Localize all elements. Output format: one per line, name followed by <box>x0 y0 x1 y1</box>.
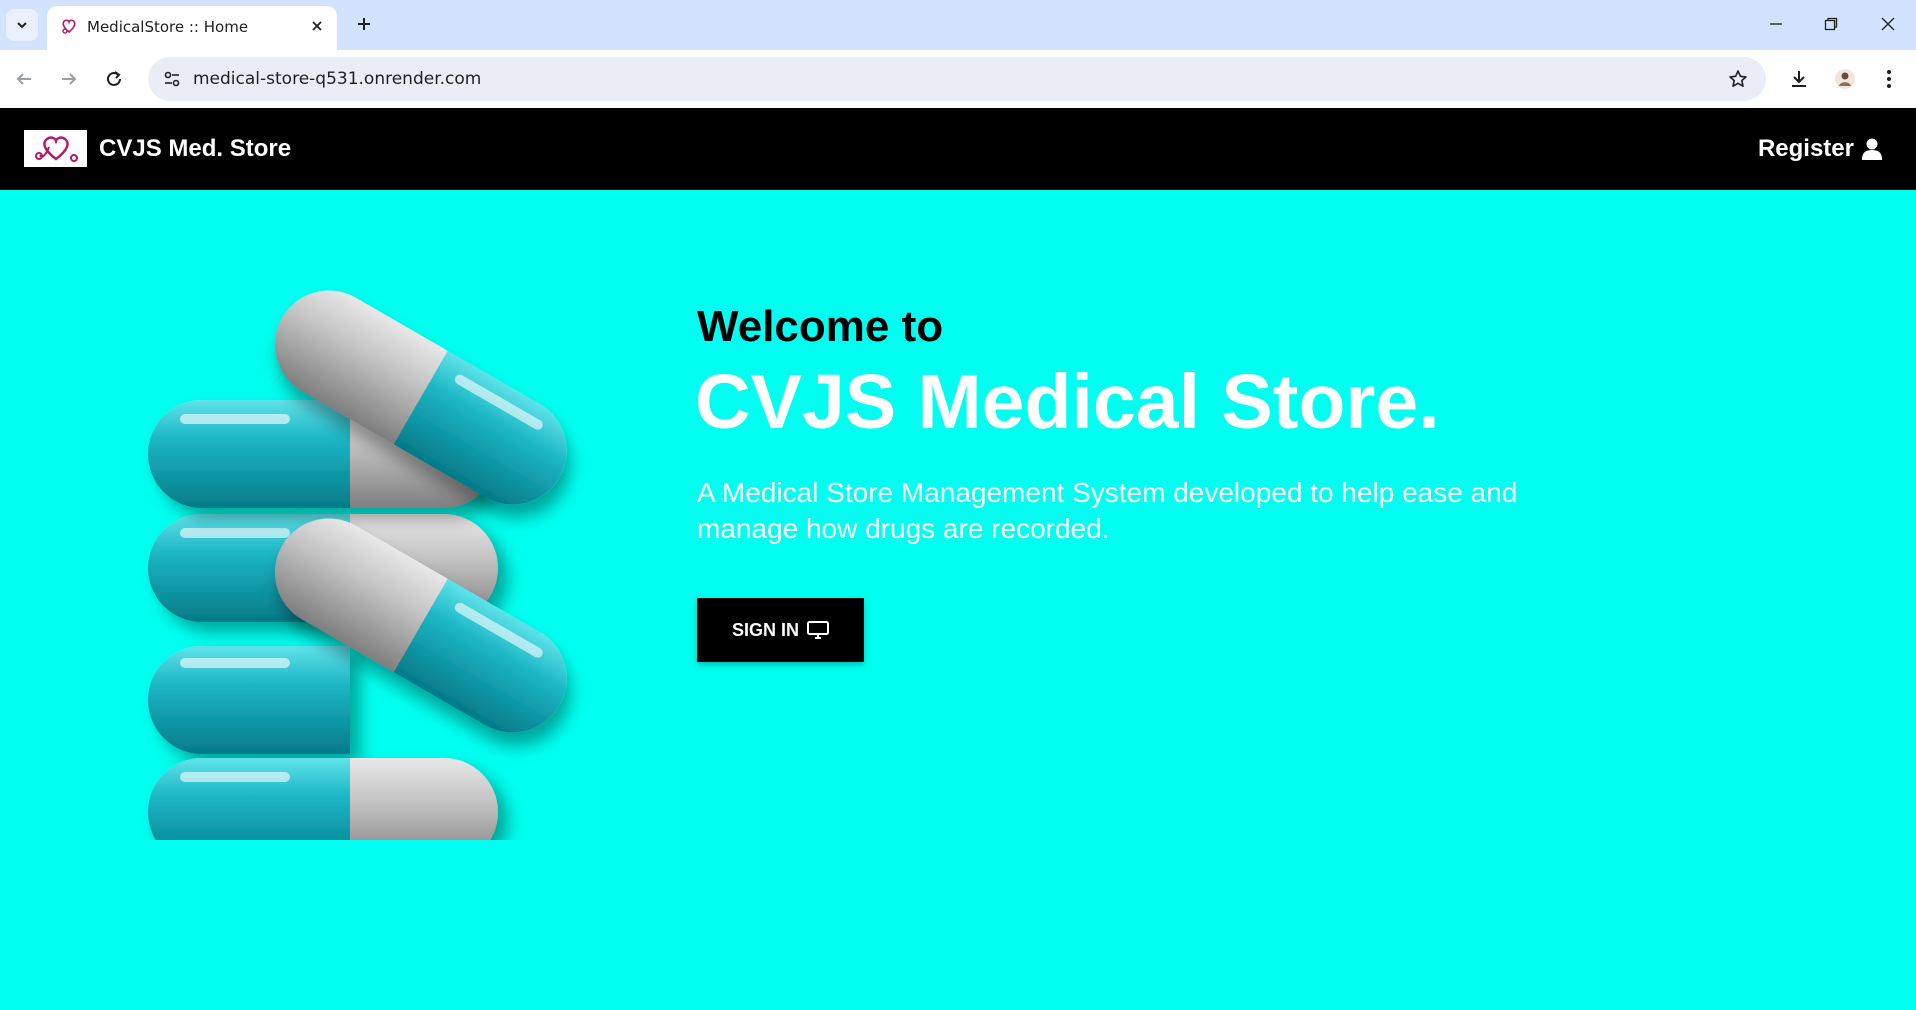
browser-menu-button[interactable] <box>1872 62 1906 96</box>
bookmark-button[interactable] <box>1722 63 1754 95</box>
tune-icon <box>164 71 180 87</box>
close-tab-button[interactable] <box>305 14 329 38</box>
tab-title: MedicalStore :: Home <box>87 18 249 36</box>
stethoscope-heart-icon <box>34 135 78 162</box>
store-title: CVJS Medical Store. <box>695 359 1440 445</box>
stethoscope-heart-icon <box>62 19 76 34</box>
avatar-icon <box>1835 69 1855 89</box>
browser-tab-active[interactable]: MedicalStore :: Home <box>47 6 337 50</box>
reload-icon <box>107 71 121 86</box>
close-window-button[interactable] <box>1860 0 1916 48</box>
downloads-button[interactable] <box>1782 62 1816 96</box>
tab-list-button[interactable] <box>6 9 38 41</box>
arrow-left-icon <box>16 73 31 85</box>
capsules-illustration <box>148 290 567 840</box>
browser-toolbar: medical-store-q531.onrender.com <box>0 50 1916 108</box>
minimize-button[interactable] <box>1748 0 1804 48</box>
welcome-heading: Welcome to <box>697 302 944 351</box>
browser-tabstrip: MedicalStore :: Home <box>0 0 1916 50</box>
download-icon <box>1792 71 1806 87</box>
profile-button[interactable] <box>1828 62 1862 96</box>
register-link[interactable]: Register <box>1758 135 1882 163</box>
forward-button[interactable] <box>52 62 86 96</box>
plus-icon <box>358 18 370 30</box>
chevron-down-icon <box>17 22 27 29</box>
kebab-menu-icon <box>1887 70 1891 88</box>
address-bar[interactable]: medical-store-q531.onrender.com <box>148 57 1766 101</box>
monitor-icon <box>807 621 829 639</box>
capsule-1 <box>148 646 350 754</box>
arrow-right-icon <box>62 73 77 85</box>
brand-name[interactable]: CVJS Med. Store <box>99 135 291 163</box>
new-tab-button[interactable] <box>350 10 378 38</box>
site-navbar: CVJS Med. Store Register <box>0 108 1916 190</box>
close-icon <box>312 21 322 31</box>
reload-button[interactable] <box>97 62 131 96</box>
close-icon <box>1881 17 1895 31</box>
star-icon <box>1729 70 1747 87</box>
brand-logo[interactable] <box>24 130 87 167</box>
sign-in-button[interactable]: SIGN IN <box>697 598 864 662</box>
user-icon <box>1862 138 1882 160</box>
minimize-icon <box>1770 23 1782 25</box>
hero-description: A Medical Store Management System develo… <box>697 477 1518 544</box>
site-info-button[interactable] <box>156 63 188 95</box>
restore-icon <box>1824 17 1838 31</box>
url-text[interactable]: medical-store-q531.onrender.com <box>193 69 481 89</box>
restore-button[interactable] <box>1803 0 1859 48</box>
back-button[interactable] <box>7 62 41 96</box>
capsule-2 <box>148 758 498 840</box>
register-label: Register <box>1757 135 1854 162</box>
sign-in-label: SIGN IN <box>731 619 799 640</box>
